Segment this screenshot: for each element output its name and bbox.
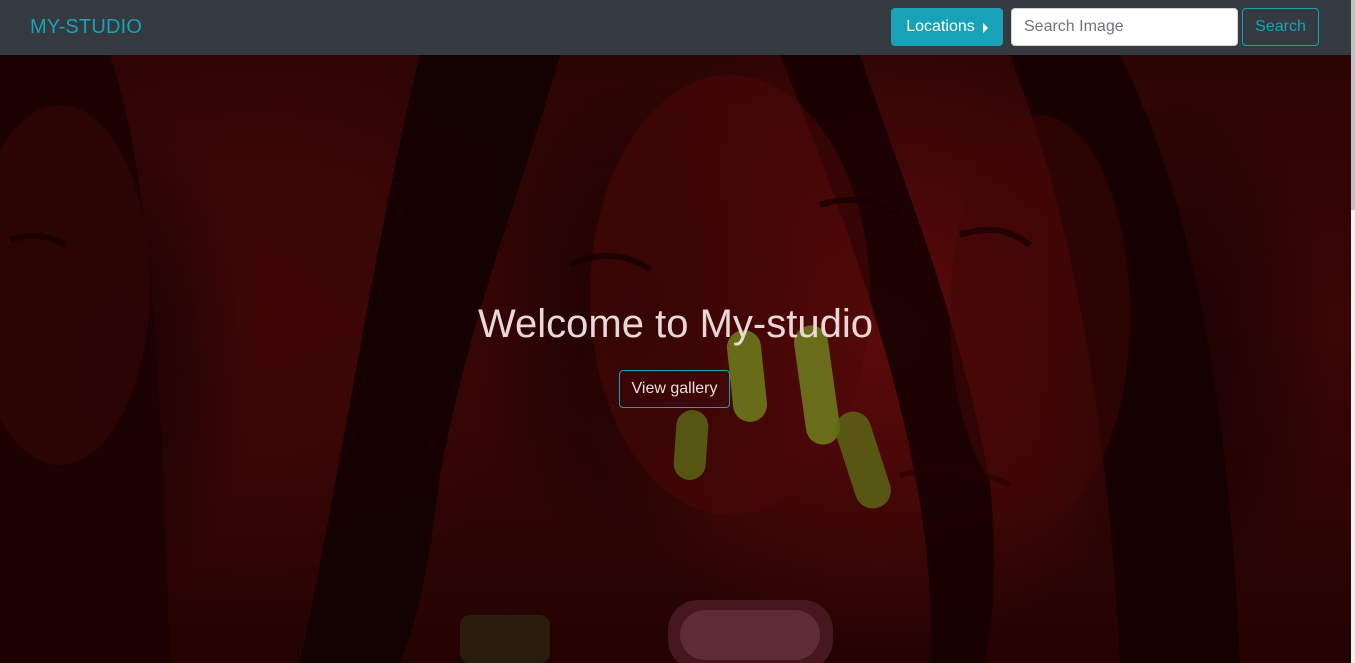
top-navbar: MY-STUDIO Locations Search [0, 0, 1351, 55]
search-button[interactable]: Search [1242, 8, 1319, 46]
search-input[interactable] [1011, 8, 1238, 46]
brand-link[interactable]: MY-STUDIO [30, 15, 142, 39]
view-gallery-button[interactable]: View gallery [619, 370, 730, 408]
locations-label: Locations [906, 18, 975, 35]
hero-title: Welcome to My-studio [478, 302, 873, 346]
page-scrollbar-thumb[interactable] [1351, 0, 1355, 210]
caret-right-icon [982, 22, 988, 33]
hero-background-photo [0, 55, 1240, 663]
locations-dropdown-button[interactable]: Locations [891, 8, 1003, 46]
hero-section: Welcome to My-studio View gallery [0, 55, 1351, 663]
